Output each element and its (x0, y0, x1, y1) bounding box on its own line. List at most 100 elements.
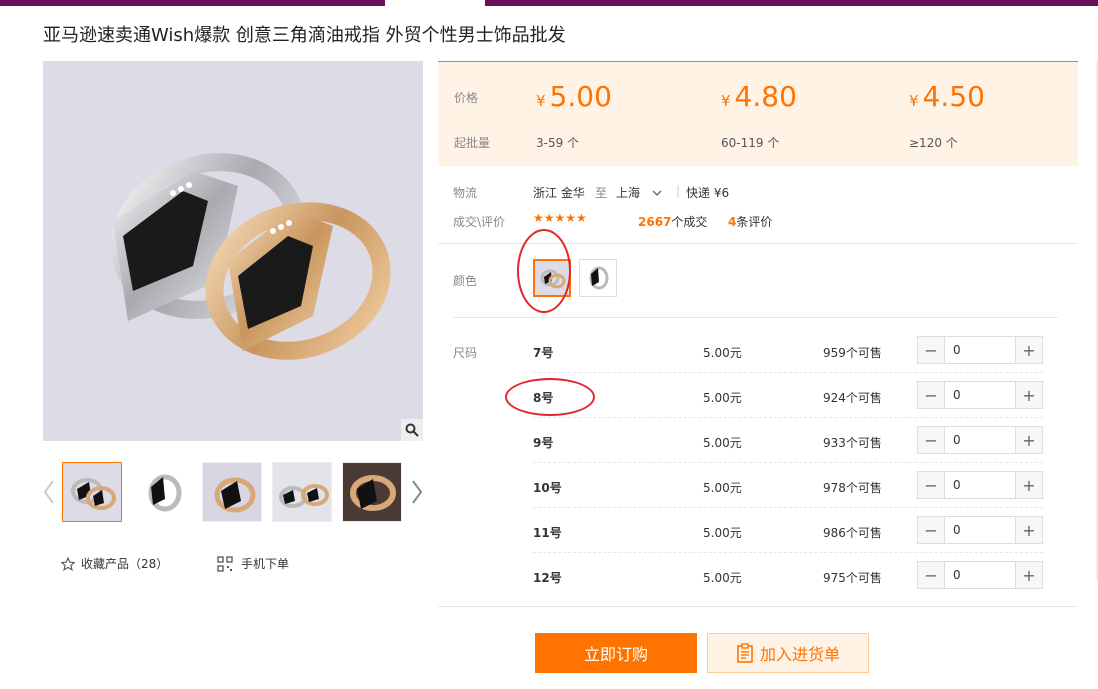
size-price: 5.00元 (703, 571, 742, 585)
increment-button[interactable]: + (1016, 382, 1042, 408)
decrement-button[interactable]: − (918, 427, 944, 453)
separator: | (676, 184, 681, 198)
qty-range-3: ≥120 个 (909, 136, 958, 150)
deal-count[interactable]: 2667个成交 (638, 213, 707, 230)
size-label: 尺码 (453, 346, 478, 360)
decrement-button[interactable]: − (918, 517, 944, 543)
logistics-label: 物流 (453, 186, 478, 200)
size-stock: 975个可售 (823, 571, 882, 585)
size-price: 5.00元 (703, 391, 742, 405)
row-divider (533, 372, 1043, 373)
top-bar (0, 0, 1098, 6)
size-price: 5.00元 (703, 346, 742, 360)
size-name: 10号 (533, 481, 562, 495)
qrcode-icon (217, 555, 233, 572)
quantity-stepper: − 0 + (917, 516, 1043, 544)
mobile-order-link[interactable]: 手机下单 (217, 555, 289, 572)
decrement-button[interactable]: − (918, 337, 944, 363)
quantity-input[interactable]: 0 (944, 517, 1016, 543)
favorite-product-link[interactable]: 收藏产品（28） (61, 555, 168, 572)
quantity-stepper: − 0 + (917, 381, 1043, 409)
review-count[interactable]: 4条评价 (728, 213, 772, 230)
thumbnail-3[interactable] (202, 462, 262, 522)
size-name: 11号 (533, 526, 562, 540)
size-stock: 959个可售 (823, 346, 882, 360)
row-divider (533, 417, 1043, 418)
thumbnail-2[interactable] (132, 462, 192, 522)
thumbnail-1[interactable] (62, 462, 122, 522)
size-price: 5.00元 (703, 526, 742, 540)
size-stock: 933个可售 (823, 436, 882, 450)
divider (438, 606, 1078, 607)
thumbs-next-arrow[interactable] (410, 478, 424, 506)
price-label: 价格 (454, 91, 479, 105)
quantity-input[interactable]: 0 (944, 472, 1016, 498)
zoom-icon[interactable] (401, 419, 423, 441)
annotation-circle-color (517, 229, 571, 313)
moq-label: 起批量 (454, 136, 491, 150)
product-title: 亚马逊速卖通Wish爆款 创意三角滴油戒指 外贸个性男士饰品批发 (43, 25, 566, 46)
decrement-button[interactable]: − (918, 472, 944, 498)
size-row: 10号 5.00元 978个可售 − 0 + (533, 471, 1043, 515)
price-tier-2: ¥4.80 (721, 80, 797, 113)
size-row: 8号 5.00元 924个可售 − 0 + (533, 381, 1043, 425)
size-row: 7号 5.00元 959个可售 − 0 + (533, 336, 1043, 380)
size-stock: 986个可售 (823, 526, 882, 540)
top-bar-tab (385, 0, 485, 6)
color-label: 颜色 (453, 274, 478, 288)
size-name: 7号 (533, 346, 554, 360)
thumbs-prev-arrow[interactable] (42, 478, 56, 506)
increment-button[interactable]: + (1016, 427, 1042, 453)
buy-now-button[interactable]: 立即订购 (535, 633, 697, 673)
size-name: 9号 (533, 436, 554, 450)
row-divider (533, 462, 1043, 463)
size-price: 5.00元 (703, 436, 742, 450)
thumbnail-5[interactable] (342, 462, 402, 522)
size-row: 11号 5.00元 986个可售 − 0 + (533, 516, 1043, 560)
size-stock: 978个可售 (823, 481, 882, 495)
divider (453, 317, 1058, 318)
shipping-fee: 快递 ¥6 (686, 186, 730, 200)
size-row: 12号 5.00元 975个可售 − 0 + (533, 561, 1043, 605)
color-swatch-2[interactable] (579, 259, 617, 297)
quantity-stepper: − 0 + (917, 471, 1043, 499)
size-stock: 924个可售 (823, 391, 882, 405)
add-to-list-label: 加入进货单 (759, 645, 840, 664)
quantity-input[interactable]: 0 (944, 562, 1016, 588)
size-name: 12号 (533, 571, 562, 585)
quantity-input[interactable]: 0 (944, 337, 1016, 363)
quantity-input[interactable]: 0 (944, 382, 1016, 408)
add-to-list-button[interactable]: 加入进货单 (707, 633, 869, 673)
mobile-order-label: 手机下单 (241, 557, 290, 571)
increment-button[interactable]: + (1016, 337, 1042, 363)
quantity-stepper: − 0 + (917, 426, 1043, 454)
increment-button[interactable]: + (1016, 562, 1042, 588)
thumbnail-4[interactable] (272, 462, 332, 522)
rating-stars: ★★★★★ (533, 211, 587, 225)
increment-button[interactable]: + (1016, 472, 1042, 498)
clipboard-icon (737, 643, 753, 663)
increment-button[interactable]: + (1016, 517, 1042, 543)
quantity-stepper: − 0 + (917, 561, 1043, 589)
annotation-circle-size (505, 378, 595, 416)
quantity-input[interactable]: 0 (944, 427, 1016, 453)
rings-illustration (110, 153, 391, 360)
price-tier-3: ¥4.50 (909, 80, 985, 113)
chevron-down-icon (652, 190, 662, 196)
size-row: 9号 5.00元 933个可售 − 0 + (533, 426, 1043, 470)
ship-to-value: 上海 (616, 186, 641, 200)
main-product-image[interactable] (43, 61, 423, 441)
row-divider (533, 507, 1043, 508)
quantity-stepper: − 0 + (917, 336, 1043, 364)
decrement-button[interactable]: − (918, 382, 944, 408)
ship-to-select[interactable]: 上海 (616, 184, 662, 201)
qty-range-1: 3-59 个 (536, 136, 580, 150)
favorite-label: 收藏产品（28） (81, 557, 169, 571)
star-outline-icon (61, 556, 75, 571)
deals-label: 成交\评价 (453, 215, 506, 229)
row-divider (533, 552, 1043, 553)
ship-to-word: 至 (595, 186, 608, 200)
decrement-button[interactable]: − (918, 562, 944, 588)
qty-range-2: 60-119 个 (721, 136, 780, 150)
price-tier-1: ¥5.00 (536, 80, 612, 113)
